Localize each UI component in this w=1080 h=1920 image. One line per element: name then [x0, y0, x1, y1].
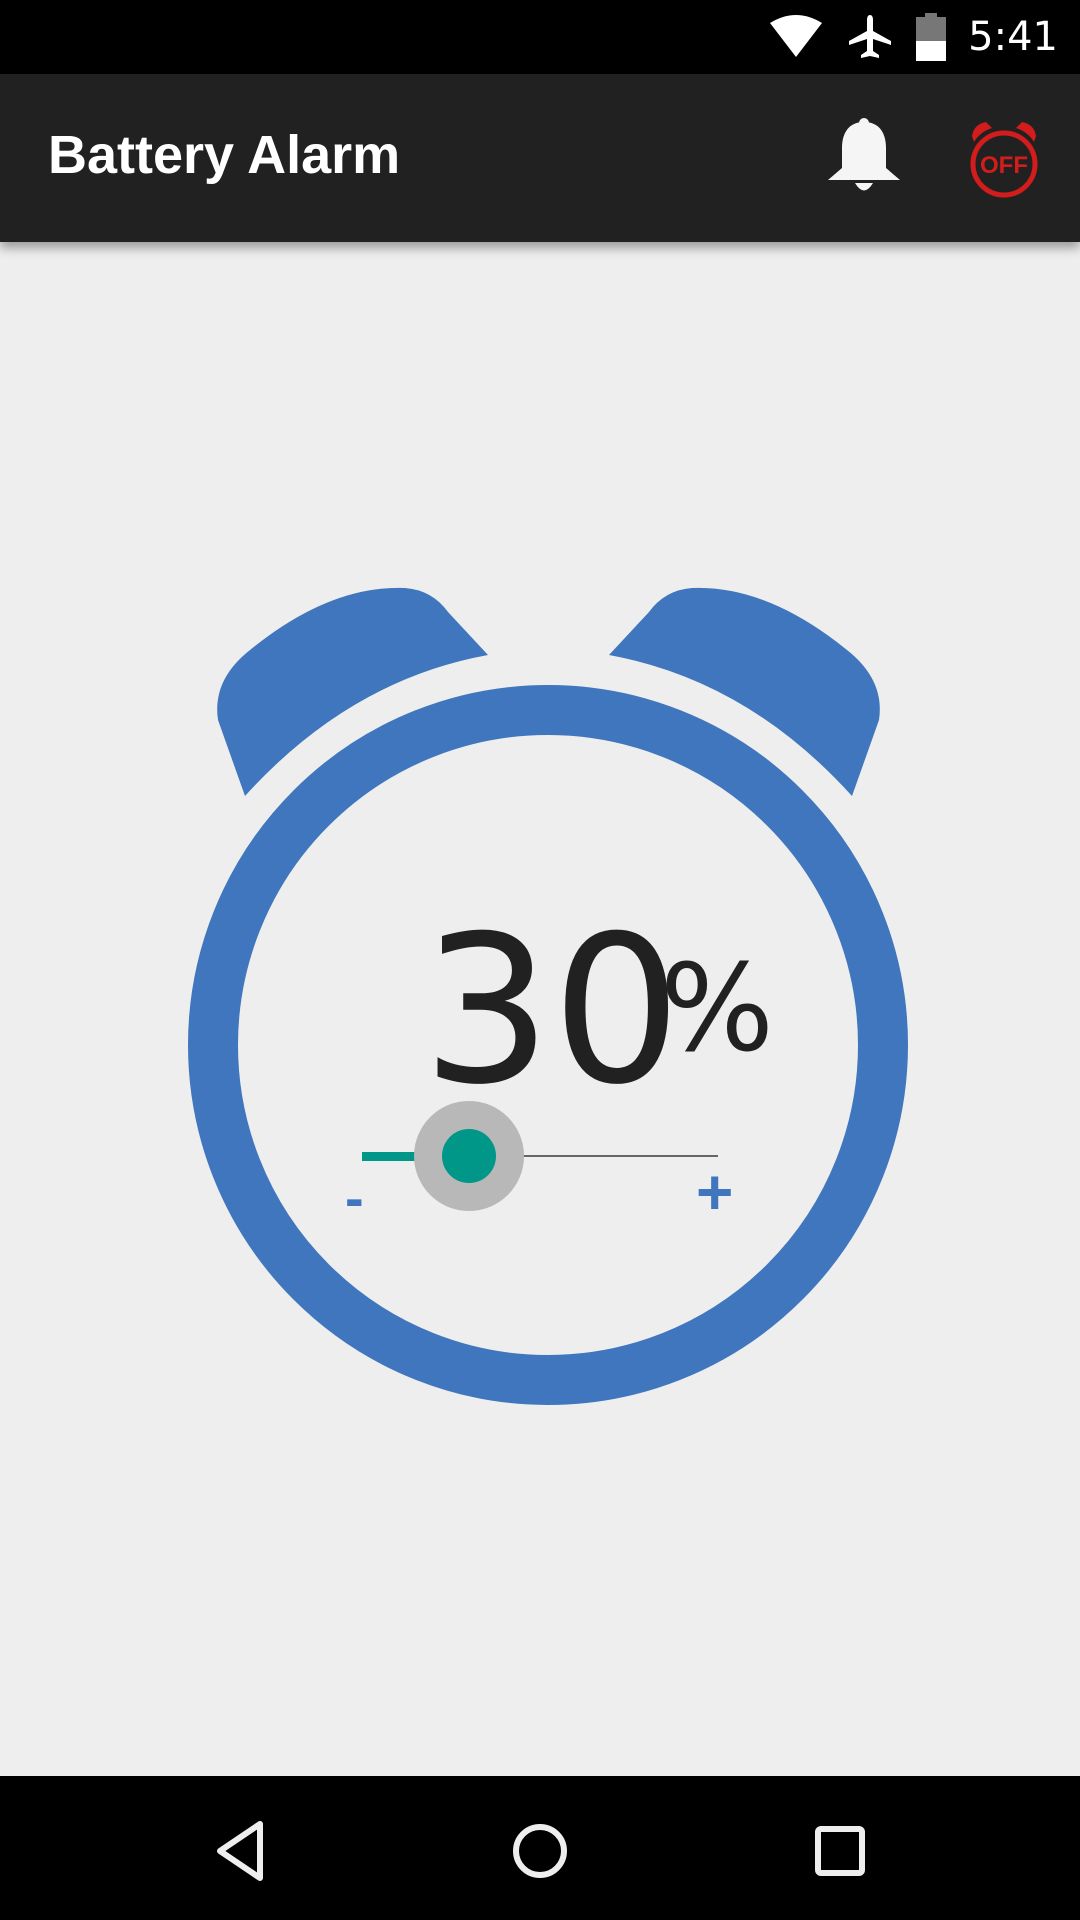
decrease-button[interactable]: - — [345, 1165, 364, 1230]
recents-icon — [815, 1826, 865, 1876]
alarm-off-label: OFF — [980, 152, 1028, 179]
threshold-unit: % — [660, 940, 775, 1079]
status-time: 5:41 — [968, 14, 1058, 60]
navigation-bar — [0, 1776, 1080, 1920]
back-button[interactable] — [200, 1816, 280, 1886]
alarm-clock-graphic — [188, 587, 908, 1405]
app-title: Battery Alarm — [48, 125, 401, 185]
threshold-value: 30 — [422, 893, 682, 1130]
app-bar: Battery Alarm OFF — [0, 74, 1080, 242]
home-icon — [513, 1824, 567, 1878]
airplane-mode-icon — [846, 13, 894, 61]
home-button[interactable] — [500, 1816, 580, 1886]
alarm-off-toggle[interactable]: OFF — [966, 116, 1042, 204]
wifi-icon — [768, 15, 824, 59]
increase-button[interactable]: + — [696, 1155, 733, 1229]
back-icon — [217, 1821, 263, 1881]
status-bar: 5:41 — [0, 0, 1080, 74]
notification-bell-button[interactable] — [822, 116, 906, 204]
recents-button[interactable] — [800, 1816, 880, 1886]
threshold-slider[interactable] — [362, 1101, 718, 1211]
alarm-clock-off-icon: OFF — [970, 122, 1038, 198]
slider-thumb[interactable] — [442, 1129, 496, 1183]
bell-icon — [828, 118, 900, 191]
battery-icon — [916, 13, 947, 61]
